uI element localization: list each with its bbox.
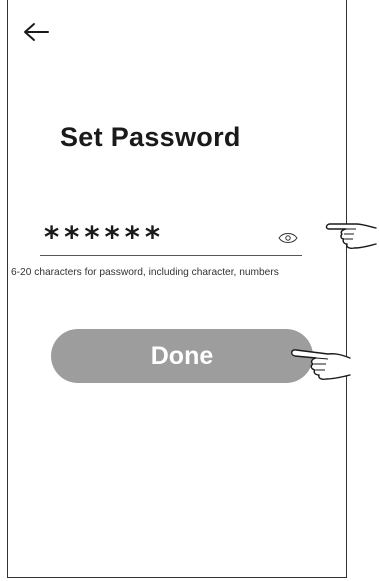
done-button[interactable]: Done bbox=[51, 329, 313, 383]
password-hint: 6-20 characters for password, including … bbox=[11, 267, 279, 278]
page-title: Set Password bbox=[60, 122, 241, 152]
back-arrow-icon[interactable] bbox=[22, 18, 50, 46]
eye-icon[interactable] bbox=[278, 232, 298, 244]
password-value: ****** bbox=[44, 220, 165, 254]
password-field[interactable]: ****** bbox=[40, 218, 302, 256]
phone-screen: Set Password ****** 6-20 characters for … bbox=[7, 0, 347, 578]
